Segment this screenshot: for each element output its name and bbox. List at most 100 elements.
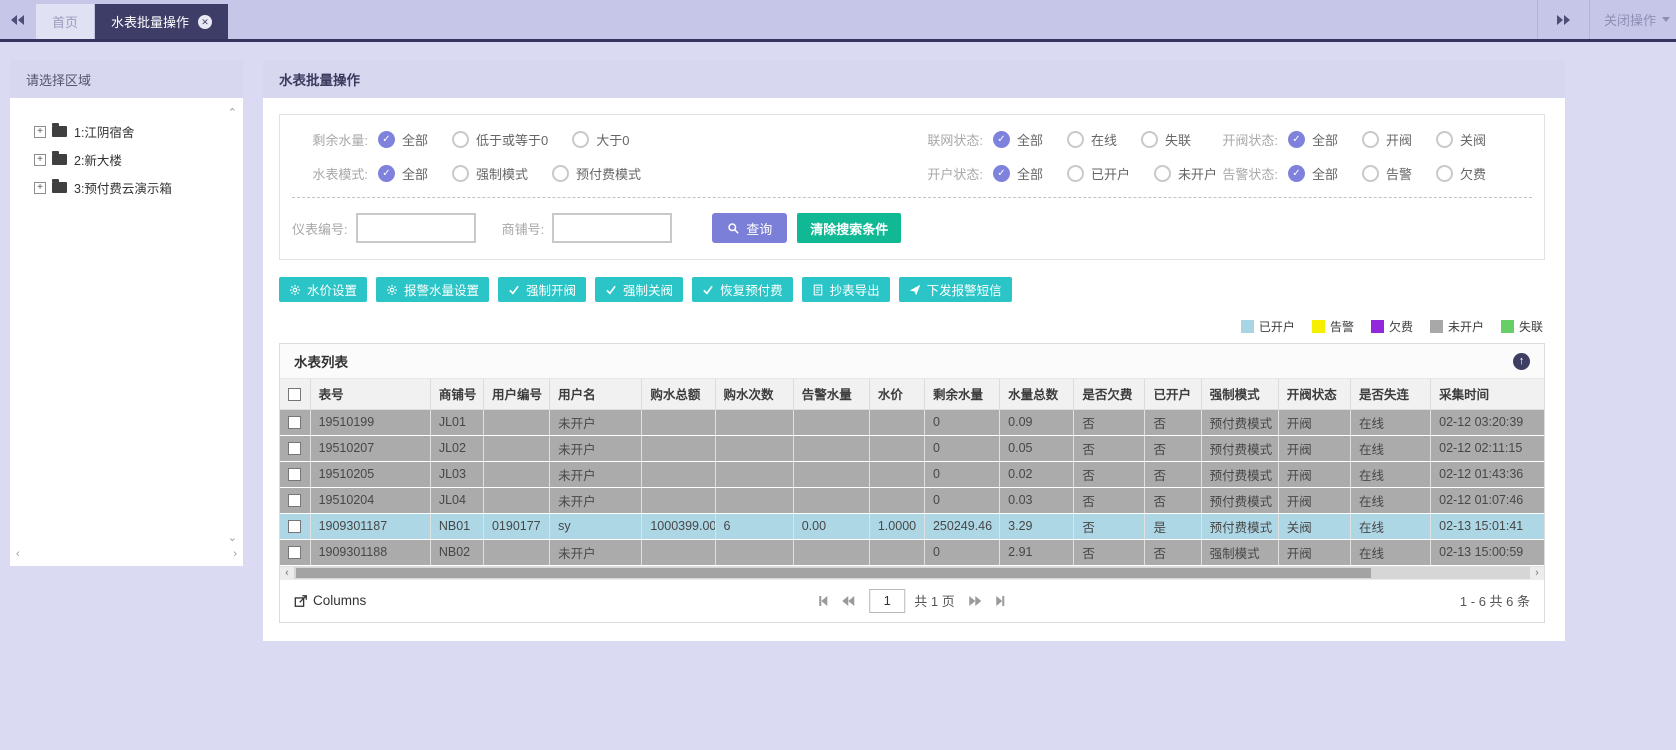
restore-prepaid-button[interactable]: 恢复预付费 — [692, 277, 793, 302]
tab-home[interactable]: 首页 — [36, 4, 95, 39]
scroll-up-icon[interactable]: ⌃ — [228, 106, 237, 119]
table-cell: 否 — [1074, 435, 1145, 461]
send-alarm-sms-button[interactable]: 下发报警短信 — [899, 277, 1012, 302]
column-header[interactable]: 开阀状态 — [1278, 379, 1350, 409]
radio-option-alarm-status-2[interactable]: 欠费 — [1436, 164, 1486, 183]
radio-option-label: 在线 — [1091, 130, 1117, 149]
scroll-down-icon[interactable]: ⌄ — [228, 531, 237, 544]
table-cell: 强制模式 — [1201, 539, 1278, 565]
meter-reading-export-button[interactable]: 抄表导出 — [802, 277, 890, 302]
table-cell: 0.00 — [793, 513, 869, 539]
force-open-valve-button[interactable]: 强制开阀 — [498, 277, 586, 302]
column-header[interactable]: 购水总额 — [642, 379, 715, 409]
table-cell: 否 — [1145, 461, 1201, 487]
column-header[interactable]: 用户名 — [550, 379, 642, 409]
column-header[interactable]: 已开户 — [1145, 379, 1201, 409]
row-checkbox[interactable] — [288, 416, 301, 429]
radio-option-meter-mode-1[interactable]: 强制模式 — [452, 164, 528, 183]
column-header[interactable]: 水价 — [869, 379, 924, 409]
clear-search-button[interactable]: 清除搜索条件 — [797, 213, 901, 243]
radio-option-valve-status-0[interactable]: ✓全部 — [1288, 130, 1338, 149]
radio-option-remaining-water-1[interactable]: 低于或等于0 — [452, 130, 548, 149]
radio-option-account-status-1[interactable]: 已开户 — [1067, 164, 1130, 183]
radio-option-network-status-1[interactable]: 在线 — [1067, 130, 1117, 149]
select-all-checkbox[interactable] — [288, 388, 301, 401]
table-row[interactable]: 19510204JL04未开户00.03否否预付费模式开阀在线02-12 01:… — [280, 487, 1544, 513]
tree-expand-icon[interactable]: + — [34, 182, 46, 194]
table-row[interactable]: 19510207JL02未开户00.05否否预付费模式开阀在线02-12 02:… — [280, 435, 1544, 461]
table-row[interactable]: 19510199JL01未开户00.09否否预付费模式开阀在线02-12 03:… — [280, 409, 1544, 435]
action-button-label: 强制关阀 — [623, 280, 673, 299]
radio-option-remaining-water-2[interactable]: 大于0 — [572, 130, 629, 149]
table-cell: 否 — [1145, 539, 1201, 565]
table-cell: 19510204 — [310, 487, 430, 513]
column-header[interactable]: 强制模式 — [1201, 379, 1278, 409]
water-price-setting-button[interactable]: 水价设置 — [279, 277, 367, 302]
radio-option-alarm-status-1[interactable]: 告警 — [1362, 164, 1412, 183]
filter-group-account-status: 开户状态:✓全部已开户未开户 — [907, 164, 1202, 183]
column-header[interactable]: 剩余水量 — [924, 379, 999, 409]
column-header[interactable]: 水量总数 — [1000, 379, 1074, 409]
column-header[interactable]: 购水次数 — [715, 379, 793, 409]
collapse-tabs-icon[interactable] — [0, 0, 36, 39]
first-page-button[interactable] — [819, 596, 827, 606]
prev-page-button[interactable] — [842, 596, 854, 606]
scroll-to-top-icon[interactable]: ↑ — [1513, 353, 1530, 370]
force-close-valve-button[interactable]: 强制关阀 — [595, 277, 683, 302]
next-page-button[interactable] — [970, 596, 982, 606]
legend-item: 失联 — [1501, 318, 1543, 335]
radio-option-valve-status-2[interactable]: 关阀 — [1436, 130, 1486, 149]
tree-node-1[interactable]: +1:江阴宿舍 — [34, 122, 243, 141]
status-legend: 已开户告警欠费未开户失联 — [279, 318, 1543, 335]
table-row[interactable]: 1909301188NB02未开户02.91否否强制模式开阀在线02-13 15… — [280, 539, 1544, 565]
close-operations-menu[interactable]: 关闭操作 — [1589, 0, 1676, 39]
query-button[interactable]: 查询 — [712, 213, 787, 243]
row-checkbox[interactable] — [288, 546, 301, 559]
scroll-right-icon[interactable]: › — [1530, 566, 1544, 580]
tree-expand-icon[interactable]: + — [34, 126, 46, 138]
row-select-cell — [280, 409, 310, 435]
table-row[interactable]: 19510205JL03未开户00.02否否预付费模式开阀在线02-12 01:… — [280, 461, 1544, 487]
column-header[interactable]: 表号 — [310, 379, 430, 409]
expand-tabs-icon[interactable] — [1537, 0, 1589, 39]
tree-expand-icon[interactable]: + — [34, 154, 46, 166]
row-checkbox[interactable] — [288, 520, 301, 533]
radio-option-account-status-0[interactable]: ✓全部 — [993, 164, 1043, 183]
last-page-button[interactable] — [997, 596, 1005, 606]
column-header[interactable]: 用户编号 — [483, 379, 549, 409]
action-button-label: 下发报警短信 — [927, 280, 1002, 299]
scrollbar-thumb[interactable] — [296, 568, 1371, 578]
radio-option-remaining-water-0[interactable]: ✓全部 — [378, 130, 428, 149]
radio-option-meter-mode-2[interactable]: 预付费模式 — [552, 164, 641, 183]
scrollbar-track[interactable] — [294, 567, 1530, 579]
radio-option-label: 欠费 — [1460, 164, 1486, 183]
radio-option-valve-status-1[interactable]: 开阀 — [1362, 130, 1412, 149]
column-header[interactable]: 告警水量 — [793, 379, 869, 409]
meter-no-input[interactable] — [356, 213, 476, 243]
column-header[interactable]: 采集时间 — [1431, 379, 1544, 409]
legend-swatch — [1241, 320, 1254, 333]
alarm-volume-setting-button[interactable]: 报警水量设置 — [376, 277, 489, 302]
scroll-left-icon[interactable]: ‹ — [280, 566, 294, 580]
column-header[interactable]: 商铺号 — [430, 379, 483, 409]
columns-button[interactable]: Columns — [294, 593, 366, 608]
tab-close-icon[interactable]: ✕ — [198, 15, 212, 29]
shop-no-input[interactable] — [552, 213, 672, 243]
tree-node-3[interactable]: +3:预付费云演示箱 — [34, 178, 243, 197]
row-checkbox[interactable] — [288, 442, 301, 455]
column-header[interactable]: 是否失连 — [1350, 379, 1430, 409]
radio-option-network-status-0[interactable]: ✓全部 — [993, 130, 1043, 149]
table-row[interactable]: 1909301187NB010190177sy1000399.0060.001.… — [280, 513, 1544, 539]
tab-water-meter-batch[interactable]: 水表批量操作 ✕ — [95, 4, 228, 39]
radio-option-meter-mode-0[interactable]: ✓全部 — [378, 164, 428, 183]
radio-option-network-status-2[interactable]: 失联 — [1141, 130, 1191, 149]
scroll-left-icon[interactable]: ‹ — [16, 548, 20, 560]
row-checkbox[interactable] — [288, 494, 301, 507]
page-number-input[interactable] — [869, 589, 905, 613]
radio-option-alarm-status-0[interactable]: ✓全部 — [1288, 164, 1338, 183]
row-checkbox[interactable] — [288, 468, 301, 481]
tree-node-2[interactable]: +2:新大楼 — [34, 150, 243, 169]
table-cell: 否 — [1074, 487, 1145, 513]
column-header[interactable]: 是否欠费 — [1074, 379, 1145, 409]
scroll-right-icon[interactable]: › — [233, 548, 237, 560]
